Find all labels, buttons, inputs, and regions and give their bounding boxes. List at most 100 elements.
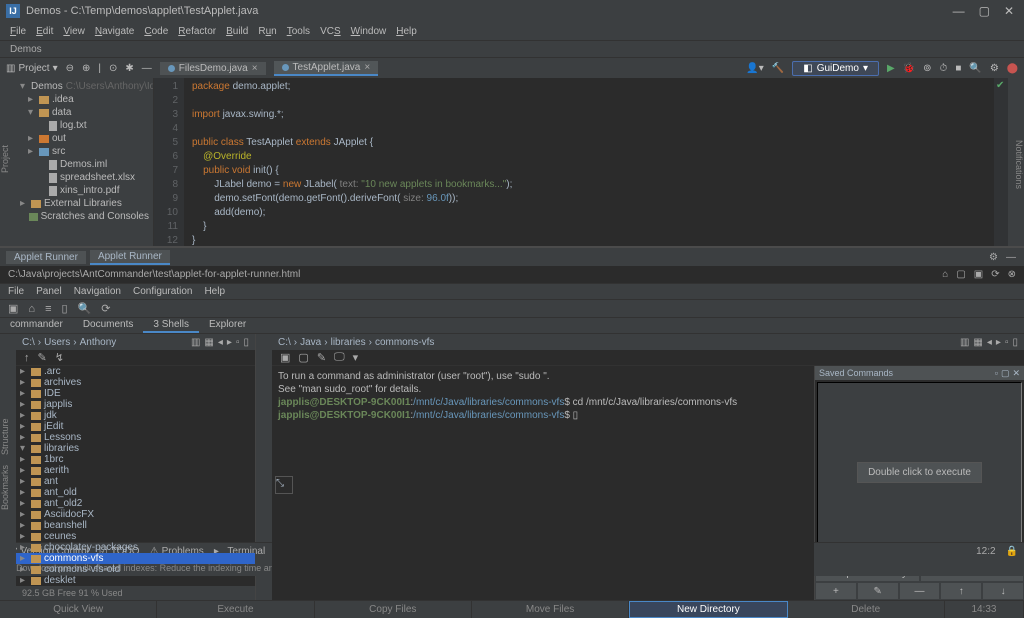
fm-item[interactable]: ▸desklet (16, 575, 255, 586)
profile-icon[interactable]: ⏱ (940, 63, 948, 74)
menu-view[interactable]: View (63, 26, 85, 37)
tree-item[interactable]: Scratches and Consoles (16, 210, 153, 223)
remove-button[interactable]: — (899, 582, 941, 600)
fm-bc-1[interactable]: Users (44, 337, 70, 348)
applet-path[interactable]: C:\Java\projects\AntCommander\test\apple… (8, 269, 300, 280)
at-db-icon[interactable]: ≡ (45, 303, 51, 315)
tree-item[interactable]: ▸src (16, 145, 153, 158)
fm-item[interactable]: ▸Lessons (16, 432, 255, 443)
ct-documents[interactable]: Documents (73, 318, 144, 333)
applet-tab-1[interactable]: Applet Runner (6, 251, 86, 264)
menu-window[interactable]: Window (351, 26, 387, 37)
t-i5[interactable]: ▫ (1005, 337, 1009, 348)
notifications-gutter[interactable]: Notifications (1008, 78, 1024, 246)
sc-max-icon[interactable]: ▢ (1001, 368, 1010, 379)
run-config-selector[interactable]: ◧ GuiDemo ▾ (792, 61, 879, 76)
ab-execute[interactable]: Execute (157, 601, 314, 618)
fm-item[interactable]: ▾libraries (16, 443, 255, 454)
run-icon[interactable]: ▶ (887, 63, 895, 74)
edit-button[interactable]: ✎ (857, 582, 899, 600)
fm-item[interactable]: ▸ceunes (16, 531, 255, 542)
ab-newdir[interactable]: New Directory (629, 601, 787, 618)
tt-i1[interactable]: ▣ (280, 351, 290, 364)
at-home-icon[interactable]: ⌂ (28, 303, 35, 315)
tree-item[interactable]: ▸External Libraries (16, 197, 153, 210)
tree-item[interactable]: spreadsheet.xlsx (16, 171, 153, 184)
fm-item[interactable]: ▸chocolatey-packages (16, 542, 255, 553)
tree-item[interactable]: Demos.iml (16, 158, 153, 171)
resize-handle-icon[interactable]: ⤡ (275, 476, 293, 494)
menu-edit[interactable]: Edit (36, 26, 53, 37)
fm-bc-0[interactable]: C:\ (22, 337, 35, 348)
tree-item[interactable]: ▾Demos C:\Users\Anthony\IdeaProj... (16, 80, 153, 93)
add-button[interactable]: + (815, 582, 857, 600)
select-icon[interactable]: ⊙ (109, 63, 117, 74)
debug-icon[interactable]: 🐞 (903, 63, 915, 74)
project-view-dd[interactable]: ▥ Project ▾ (6, 63, 58, 74)
fm-item[interactable]: ▸archives (16, 377, 255, 388)
tt-i2[interactable]: ▢ (298, 351, 308, 364)
at-icon1[interactable]: ▣ (8, 302, 18, 315)
paste-icon[interactable]: ▣ (974, 269, 983, 280)
fm-next-icon[interactable]: ▸ (227, 337, 232, 348)
tt-i4[interactable]: 🖵 (334, 351, 345, 364)
fm-i6[interactable]: ▯ (243, 337, 249, 348)
settings-icon[interactable]: ✱ (125, 63, 133, 74)
fm-item[interactable]: ▸jdk (16, 410, 255, 421)
sb-linecol[interactable]: 12:2 (976, 546, 995, 557)
menu-file[interactable]: File (10, 26, 26, 37)
stop-applet-icon[interactable]: ⊗ (1008, 269, 1016, 280)
close-icon[interactable]: ✕ (1004, 4, 1014, 18)
execute-button[interactable]: Double click to execute (857, 462, 982, 483)
ab-quickview[interactable]: Quick View (0, 601, 157, 618)
tree-item[interactable]: ▸out (16, 132, 153, 145)
fm-up-icon[interactable]: ↑ (24, 352, 30, 364)
fm-prev-icon[interactable]: ◂ (218, 337, 223, 348)
at-search-icon[interactable]: 🔍 (78, 302, 92, 315)
fm-item[interactable]: ▸aerith (16, 465, 255, 476)
ab-delete[interactable]: Delete (788, 601, 945, 618)
fm-item[interactable]: ▸japplis (16, 399, 255, 410)
fm-new-icon[interactable]: ✎ (38, 351, 47, 364)
fm-item[interactable]: ▸jEdit (16, 421, 255, 432)
fm-item[interactable]: ▸ant_old (16, 487, 255, 498)
fm-item[interactable]: ▸ant (16, 476, 255, 487)
sc-close-icon[interactable]: ✕ (1012, 368, 1020, 379)
fm-i1[interactable]: ▥ (191, 337, 200, 348)
fm-item[interactable]: ▸AsciidocFX (16, 509, 255, 520)
tw-gear-icon[interactable]: ⚙ (989, 252, 998, 263)
coverage-icon[interactable]: ⊚ (923, 63, 931, 74)
ct-commander[interactable]: commander (0, 318, 73, 333)
t-bc-3[interactable]: commons-vfs (375, 337, 434, 348)
amenu-config[interactable]: Configuration (133, 286, 192, 297)
menu-navigate[interactable]: Navigate (95, 26, 134, 37)
breadcrumb-root[interactable]: Demos (10, 44, 42, 55)
t-i1[interactable]: ▥ (960, 337, 969, 348)
editor-tab-testapplet[interactable]: TestApplet.java× (274, 61, 379, 76)
user-icon[interactable]: 👤▾ (746, 63, 763, 74)
expand-icon[interactable]: ⊕ (82, 63, 90, 74)
at-refresh-icon[interactable]: ⟳ (101, 302, 110, 315)
hide-icon[interactable]: — (142, 63, 152, 74)
t-next-icon[interactable]: ▸ (996, 337, 1001, 348)
ct-explorer[interactable]: Explorer (199, 318, 256, 333)
t-i2[interactable]: ▦ (973, 337, 982, 348)
up-button[interactable]: ↑ (940, 582, 982, 600)
amenu-nav[interactable]: Navigation (74, 286, 121, 297)
amenu-file[interactable]: File (8, 286, 24, 297)
at-icon4[interactable]: ▯ (61, 302, 67, 315)
copy-icon[interactable]: ▢ (956, 269, 965, 280)
search-icon[interactable]: 🔍 (969, 63, 981, 74)
fm-bc-2[interactable]: Anthony (80, 337, 117, 348)
fm-item[interactable]: ▸beanshell (16, 520, 255, 531)
fm-i2[interactable]: ▦ (204, 337, 213, 348)
applet-tab-2[interactable]: Applet Runner (90, 250, 170, 265)
tree-item[interactable]: log.txt (16, 119, 153, 132)
menu-refactor[interactable]: Refactor (178, 26, 216, 37)
fm-item[interactable]: ▸.arc (16, 366, 255, 377)
build-icon[interactable]: 🔨 (772, 63, 784, 74)
minimize-icon[interactable]: — (953, 4, 965, 18)
maximize-icon[interactable]: ▢ (979, 4, 990, 18)
fm-item[interactable]: ▸commons-vfs-old (16, 564, 255, 575)
ab-move[interactable]: Move Files (472, 601, 629, 618)
